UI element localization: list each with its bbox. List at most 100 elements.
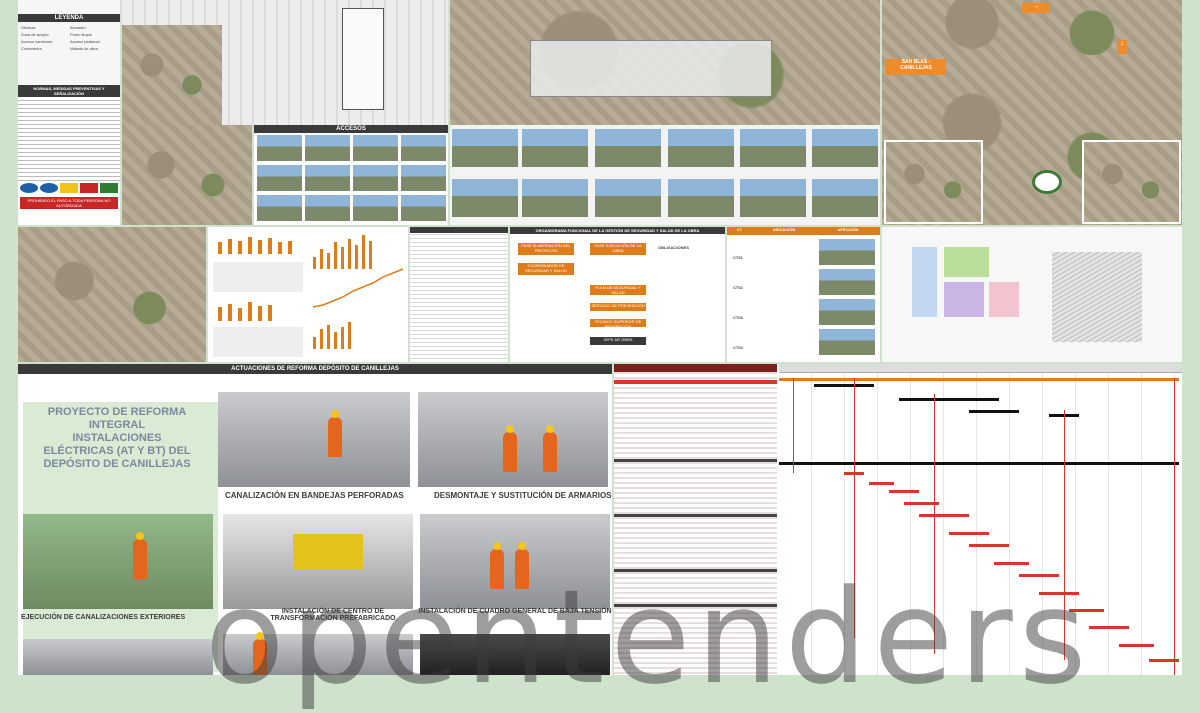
gantt-milestone-line (793, 378, 794, 473)
gantt-summary-row (614, 380, 777, 384)
gantt-bar (889, 490, 919, 493)
worker-figure (503, 425, 517, 472)
watermark: opentenders (205, 561, 1093, 713)
access-photo (401, 165, 446, 191)
access-photo (257, 195, 302, 221)
organigrama-title: ORGANIGRAMA FUNCIONAL DE LA GESTIÓN DE S… (510, 227, 725, 234)
site-layout-plan (882, 227, 1182, 362)
site-photo (452, 129, 518, 167)
legend-panel: LEYENDA Oficinas Almacén Zona de acopio … (18, 0, 120, 85)
depot-building (342, 8, 384, 110)
site-photo (812, 179, 878, 217)
gantt-bar (919, 514, 969, 517)
gantt-timescale (779, 364, 1182, 373)
render-armarios (418, 392, 608, 487)
site-photo (812, 129, 878, 167)
legend-item: Acceso peatonal (70, 39, 100, 44)
location-map (18, 227, 206, 362)
normas-text (18, 97, 120, 181)
org-box: JEFE DE OBRA (590, 337, 646, 345)
site-plan-1 (122, 0, 448, 125)
org-box: COORDINADOR DE SEGURIDAD Y SALUD (518, 263, 574, 275)
worker-figure (328, 410, 342, 457)
site-photo (522, 179, 588, 217)
legend-item: Almacén (70, 25, 86, 30)
worker-figure (133, 532, 147, 579)
organigrama-panel: ORGANIGRAMA FUNCIONAL DE LA GESTIÓN DE S… (510, 227, 725, 362)
ct-photo (819, 329, 875, 355)
warning-sign-icon (60, 183, 78, 193)
site-photo (740, 179, 806, 217)
gantt-summary-row (614, 514, 777, 517)
org-box: TÉCNICO SUPERIOR DE PREVENCIÓN (590, 319, 646, 329)
arrow-right-icon: → (1022, 3, 1050, 13)
gantt-bar (869, 482, 894, 485)
first-aid-sign-icon (100, 183, 118, 193)
normas-panel: NORMAS, MEDIDAS PREVENTIVAS Y SEÑALIZACI… (18, 85, 120, 225)
gantt-bar (1089, 626, 1129, 629)
stats-charts-panel (208, 227, 408, 362)
accesos-title: ACCESOS (254, 125, 448, 133)
ct-col-header: UBICACIÓN (752, 227, 816, 235)
legend-items: Oficinas Almacén Zona de acopio Punto li… (18, 22, 120, 54)
legend-item: Oficinas (21, 25, 36, 30)
obligaciones-title: OBLIGACIONES (658, 245, 689, 250)
access-photo (353, 165, 398, 191)
access-photo (353, 135, 398, 161)
arrow-down-icon: ↓ (1117, 40, 1127, 54)
gantt-bar (779, 462, 1179, 465)
legend-item: Vallado de obra (70, 46, 98, 51)
gantt-bar (1119, 644, 1154, 647)
access-photo (305, 195, 350, 221)
table-header (410, 227, 508, 233)
zone-green (944, 247, 989, 277)
render-bandejas (218, 392, 410, 487)
render-bottom-1 (23, 639, 213, 675)
org-box: FASE EJECUCIÓN DE LA OBRA (590, 243, 646, 255)
gantt-bar (899, 398, 999, 401)
gantt-bar (814, 384, 874, 387)
fire-sign-icon (80, 183, 98, 193)
caption-exteriores: EJECUCIÓN DE CANALIZACIONES EXTERIORES (21, 614, 186, 621)
caption-canalizacion: CANALIZACIÓN EN BANDEJAS PERFORADAS (225, 491, 404, 500)
inset-map-a (884, 140, 983, 224)
access-photo (257, 135, 302, 161)
ct-table-panel: CT UBICACIÓN AFECCIÓN CT01 CT02 CT03 CT0… (727, 227, 880, 362)
no-entry-sign: PROHIBIDO EL PASO A TODA PERSONA NO AUTO… (20, 197, 118, 209)
site-photo (452, 179, 518, 217)
safety-signs (18, 181, 120, 195)
org-box: PLAN DE SEGURIDAD Y SALUD (590, 285, 646, 295)
access-photo (305, 165, 350, 191)
org-box: SERVICIO DE PREVENCIÓN (590, 303, 646, 311)
reforma-header: ACTUACIONES DE REFORMA DEPÓSITO DE CANIL… (18, 364, 612, 374)
helmet-sign-icon (20, 183, 38, 193)
ct-col-header: CT (727, 227, 752, 235)
ct-header-row: CT UBICACIÓN AFECCIÓN (727, 227, 880, 235)
accesos-panel: ACCESOS (254, 125, 448, 225)
ct-row-label: CT03 (733, 315, 743, 320)
ct-row-label: CT04 (733, 345, 743, 350)
access-photo (257, 165, 302, 191)
zone-blue (912, 247, 937, 317)
gantt-summary-row (614, 459, 777, 462)
zone-track (1052, 252, 1142, 342)
access-photo (401, 195, 446, 221)
access-photo (401, 135, 446, 161)
caption-desmontaje: DESMONTAJE Y SUSTITUCIÓN DE ARMARIOS (434, 491, 612, 500)
normas-title: NORMAS, MEDIDAS PREVENTIVAS Y SEÑALIZACI… (18, 85, 120, 97)
site-photo (668, 179, 734, 217)
ct-row-label: CT02 (733, 285, 743, 290)
boots-sign-icon (40, 183, 58, 193)
inset-map-b (1082, 140, 1181, 224)
gantt-bar (969, 544, 1009, 547)
legend-item: Acceso camiones (21, 39, 53, 44)
access-photo (305, 135, 350, 161)
ct-photo (819, 299, 875, 325)
data-table-panel (410, 227, 508, 362)
aerial-plan-2 (450, 0, 880, 125)
worker-figure (543, 425, 557, 472)
site-photo (522, 129, 588, 167)
ct-row-label: CT01 (733, 255, 743, 260)
site-photos-panel (450, 125, 880, 225)
aerial-map-3: → ↓ (882, 0, 1182, 55)
